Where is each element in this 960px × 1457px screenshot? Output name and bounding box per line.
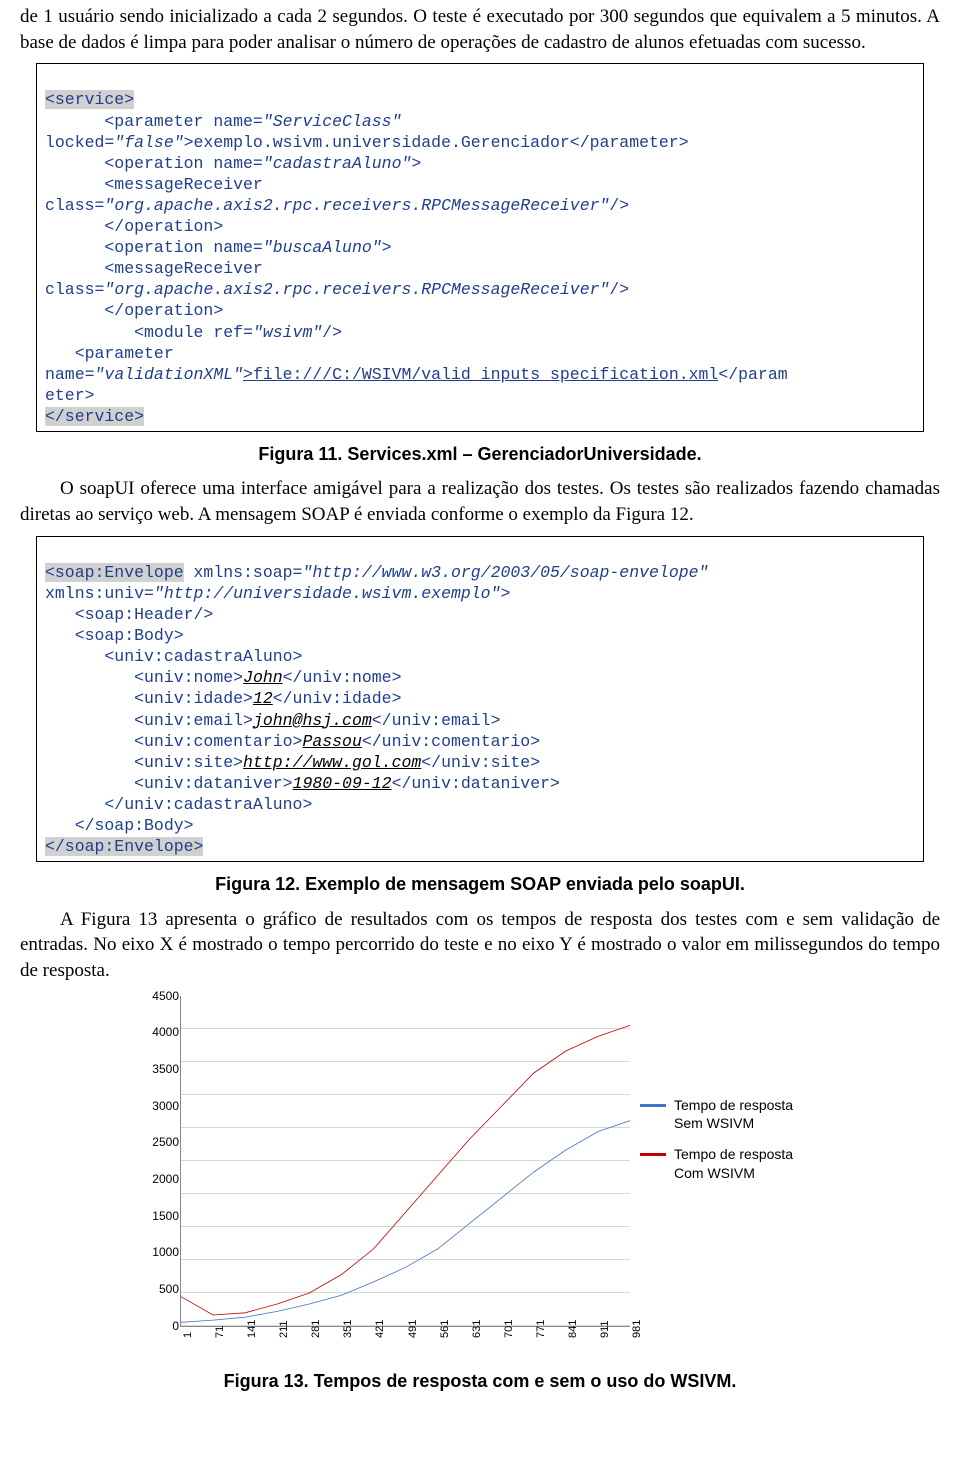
code-line: <parameter [45,344,174,363]
figure-13-caption: Figura 13. Tempos de resposta com e sem … [20,1369,940,1393]
code-line: <soap:Envelope xmlns:soap="http://www.w3… [45,563,708,582]
code-line: </soap:Envelope> [45,837,203,856]
legend-item: Tempo de resposta Sem WSIVM [640,1096,820,1134]
code-line: <soap:Header/> [45,605,213,624]
code-services-xml: <service> <parameter name="ServiceClass"… [36,63,924,432]
intro-paragraph: de 1 usuário sendo inicializado a cada 2… [20,4,940,55]
page: de 1 usuário sendo inicializado a cada 2… [0,4,960,1423]
legend-swatch-red [640,1153,666,1156]
code-line: <univ:site>http://www.gol.com</univ:site… [45,753,540,772]
code-line: class="org.apache.axis2.rpc.receivers.RP… [45,280,629,299]
response-time-chart: 050010001500200025003000350040004500 171… [140,996,820,1359]
legend-label: Tempo de resposta Sem WSIVM [674,1096,820,1134]
code-line: <univ:idade>12</univ:idade> [45,689,401,708]
legend-swatch-blue [640,1104,666,1107]
figure-12-caption: Figura 12. Exemplo de mensagem SOAP envi… [20,872,940,896]
figure-11-caption: Figura 11. Services.xml – GerenciadorUni… [20,442,940,466]
code-line: <module ref="wsivm"/> [45,323,342,342]
code-line: </operation> [45,217,223,236]
code-line: eter> [45,386,95,405]
legend-label: Tempo de resposta Com WSIVM [674,1145,820,1183]
y-axis-ticks: 050010001500200025003000350040004500 [135,996,179,1326]
code-line: <univ:comentario>Passou</univ:comentario… [45,732,540,751]
code-line: <univ:cadastraAluno> [45,647,302,666]
code-line: <service> [45,90,134,109]
code-soap-example: <soap:Envelope xmlns:soap="http://www.w3… [36,536,924,863]
code-line: <univ:dataniver>1980-09-12</univ:dataniv… [45,774,560,793]
code-line: <operation name="cadastraAluno"> [45,154,421,173]
code-line: <messageReceiver [45,175,263,194]
paragraph-3: A Figura 13 apresenta o gráfico de resul… [20,907,940,984]
code-line: locked="false">exemplo.wsivm.universidad… [45,133,689,152]
code-line: <univ:nome>John</univ:nome> [45,668,401,687]
code-line: <univ:email>john@hsj.com</univ:email> [45,711,501,730]
code-line: </service> [45,407,144,426]
code-line: name="validationXML">file:///C:/WSIVM/va… [45,365,788,384]
code-line: class="org.apache.axis2.rpc.receivers.RP… [45,196,629,215]
code-line: </operation> [45,301,223,320]
paragraph-2: O soapUI oferece uma interface amigável … [20,476,940,527]
code-line: xmlns:univ="http://universidade.wsivm.ex… [45,584,510,603]
chart-plot [181,996,630,1326]
code-line: <parameter name="ServiceClass" [45,112,401,131]
chart-legend: Tempo de resposta Sem WSIVM Tempo de res… [640,1096,820,1196]
code-line: <soap:Body> [45,626,184,645]
x-axis-ticks: 1711412112813514214915616317017718419119… [181,1328,630,1352]
code-line: <operation name="buscaAluno"> [45,238,392,257]
code-line: </univ:cadastraAluno> [45,795,312,814]
legend-item: Tempo de resposta Com WSIVM [640,1145,820,1183]
code-line: </soap:Body> [45,816,194,835]
code-line: <messageReceiver [45,259,263,278]
